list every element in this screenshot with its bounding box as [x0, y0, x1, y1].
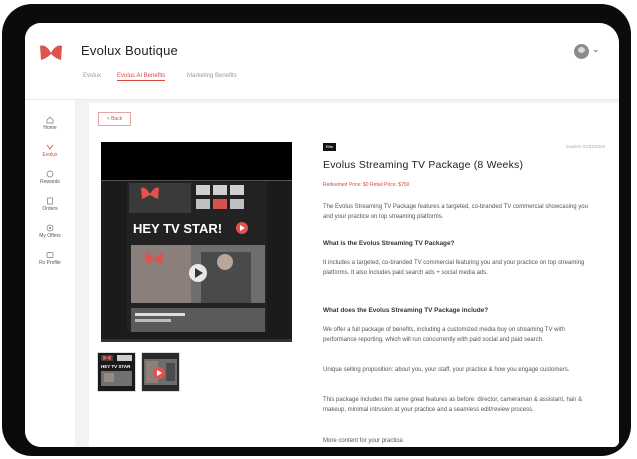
sidebar-item-label: Home — [43, 125, 57, 131]
video-headline: HEY TV STAR! — [133, 221, 222, 236]
sidebar-item-label: Rewards — [40, 179, 60, 185]
elite-badge: Elite — [323, 143, 336, 151]
video-preview: HEY TV STAR! — [101, 142, 292, 342]
back-button[interactable]: < Back — [98, 112, 131, 126]
expiry-date: Expires 01/31/2025 — [566, 144, 605, 149]
tab-marketing-benefits[interactable]: Marketing Benefits — [187, 73, 237, 79]
tab-evolus-ai-benefits[interactable]: Evolus AI Benefits — [117, 73, 166, 81]
sidebar-item-label: Orders — [42, 206, 58, 212]
evolux-icon — [46, 144, 54, 150]
app-title: Evolux Boutique — [81, 43, 178, 58]
product-video[interactable]: HEY TV STAR! — [101, 142, 292, 342]
answer-usp: Unique selling proposition: about you, y… — [323, 367, 570, 373]
sidebar-item-rx-profile[interactable]: Rx Profile — [25, 251, 75, 266]
answer-what-is: It includes a targeted, co-branded TV co… — [323, 260, 585, 276]
profile-icon — [46, 252, 54, 258]
tab-evolux[interactable]: Evolux — [83, 73, 101, 79]
sidebar-item-home[interactable]: Home — [25, 116, 75, 131]
rewards-icon — [46, 170, 54, 178]
sidebar-item-orders[interactable]: Orders — [25, 197, 75, 212]
thumbnail-2[interactable] — [141, 352, 180, 392]
price-link[interactable]: Redeemed Price: $0 Retail Price: $750 — [323, 182, 409, 188]
sidebar-item-label: Rx Profile — [39, 260, 61, 266]
avatar[interactable] — [574, 44, 589, 59]
answer-includes: We offer a full package of benefits, inc… — [323, 327, 565, 343]
answer-features: This package includes the same great fea… — [323, 397, 583, 413]
app-header: Evolux Boutique Evolux Evolus AI Benefit… — [25, 23, 619, 100]
sidebar-item-label: Evolux — [42, 152, 58, 158]
sidebar-item-rewards[interactable]: Rewards — [25, 170, 75, 185]
sidebar-item-evolux[interactable]: Evolux — [25, 143, 75, 158]
device-frame: Evolux Boutique Evolux Evolus AI Benefit… — [2, 4, 631, 456]
question-what-includes: What does the Evolus Streaming TV Packag… — [323, 307, 489, 314]
home-icon — [46, 116, 54, 124]
app-screen: Evolux Boutique Evolux Evolus AI Benefit… — [25, 23, 619, 447]
thumbnail-image: HEY TV STAR — [98, 353, 135, 391]
orders-icon — [47, 197, 53, 205]
product-title: Evolus Streaming TV Package (8 Weeks) — [323, 159, 524, 171]
offers-icon — [46, 224, 54, 232]
question-what-is: What is the Evolus Streaming TV Package? — [323, 240, 455, 247]
answer-more-content: More content for your practice. — [323, 438, 405, 444]
sidebar: Home Evolux Rewards Orders My Offers Rx … — [25, 100, 75, 447]
sidebar-item-label: My Offers — [39, 233, 61, 239]
thumbnail-1[interactable]: HEY TV STAR — [97, 352, 136, 392]
product-card: < Back HEY TV STAR! HEY TV STAR Elite Ex… — [89, 103, 619, 447]
sidebar-item-my-offers[interactable]: My Offers — [25, 224, 75, 239]
chevron-down-icon[interactable]: ⌄ — [592, 44, 600, 55]
thumbnail-image — [142, 353, 179, 391]
evolus-logo-icon — [40, 45, 62, 60]
thumbnail-headline: HEY TV STAR — [101, 364, 131, 369]
product-intro: The Evolus Streaming TV Package features… — [323, 204, 588, 220]
